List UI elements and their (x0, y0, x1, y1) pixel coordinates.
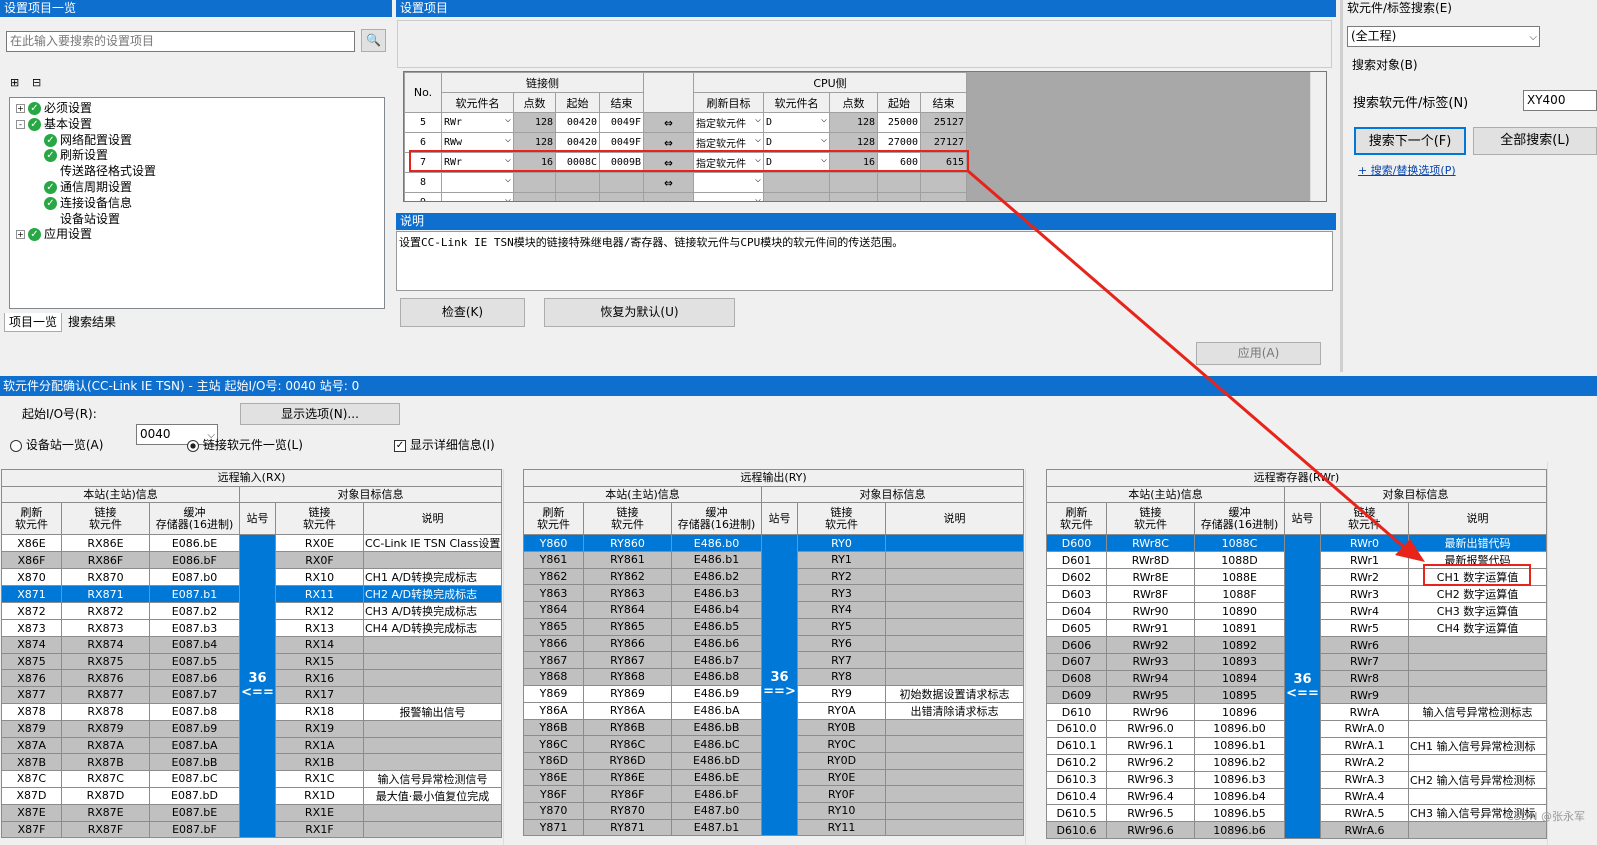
annotation-arrow (967, 169, 1425, 562)
watermark: CSDN @张永军 (1506, 810, 1585, 823)
